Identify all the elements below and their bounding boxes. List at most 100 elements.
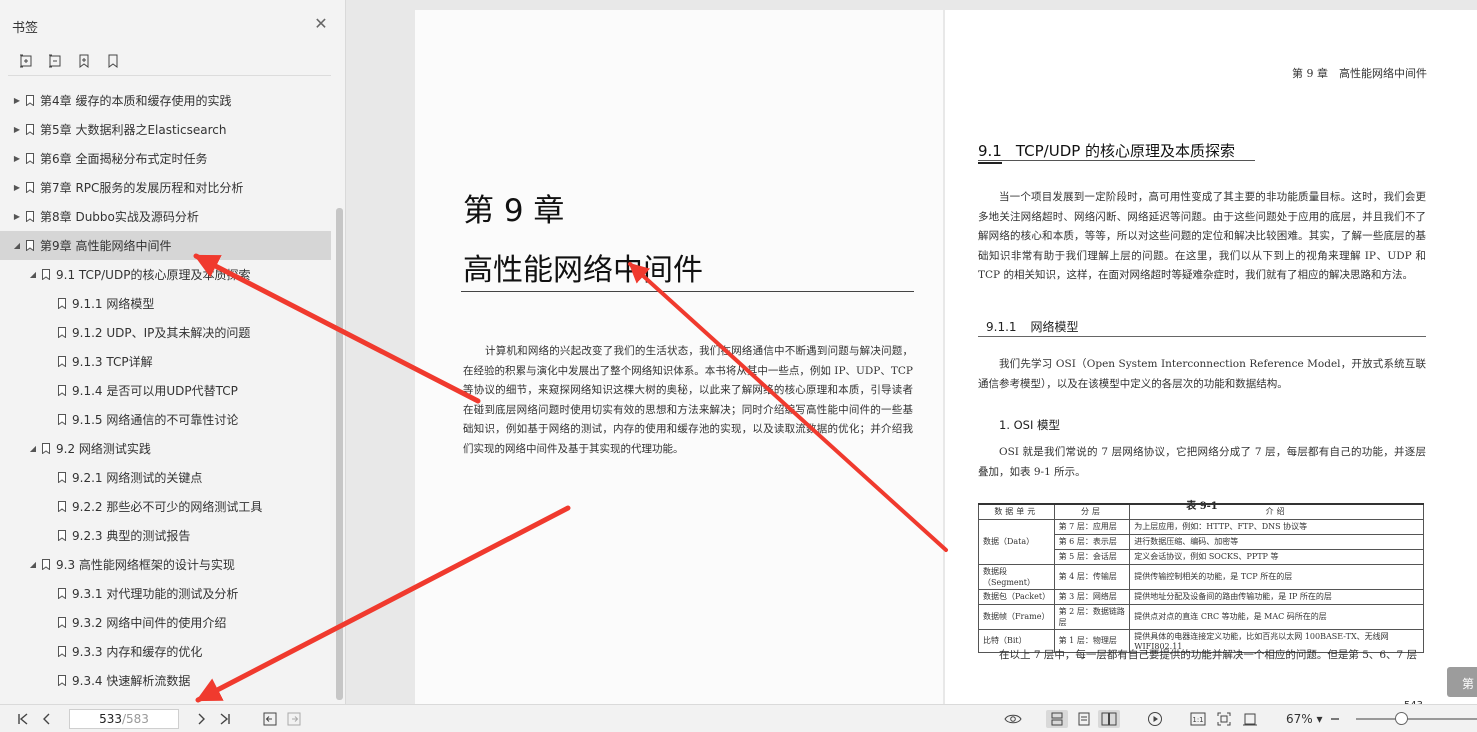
- bookmark-subsection[interactable]: 9.1.5 网络通信的不可靠性讨论: [0, 405, 331, 434]
- expand-arrow-icon[interactable]: ▶: [12, 212, 22, 222]
- total-pages: /583: [121, 712, 149, 726]
- current-page: 533: [99, 712, 122, 726]
- bookmark-label: 9.2.1 网络测试的关键点: [72, 471, 203, 485]
- bookmark-subsection[interactable]: 9.3.4 快速解析流数据: [0, 666, 331, 695]
- bookmark-label: 第9章 高性能网络中间件: [40, 239, 172, 253]
- expand-all-icon[interactable]: [18, 53, 34, 69]
- page-number-input[interactable]: 533/583: [69, 709, 179, 729]
- table-header-cell: 数据单元: [978, 503, 1055, 520]
- bookmark-subsection[interactable]: 9.2.1 网络测试的关键点: [0, 463, 331, 492]
- bookmark-section[interactable]: ◢ 9.1 TCP/UDP的核心原理及本质探索: [0, 260, 331, 289]
- expand-arrow-icon[interactable]: ▶: [12, 154, 22, 164]
- chapter-title: 高性能网络中间件: [463, 253, 703, 288]
- bookmark-section[interactable]: ◢ 9.3 高性能网络框架的设计与实现: [0, 550, 331, 579]
- chapter-intro: 计算机和网络的兴起改变了我们的生活状态，我们在网络通信中不断遇到问题与解决问题，…: [463, 345, 913, 455]
- fit-width-icon[interactable]: [1240, 710, 1260, 728]
- collapse-arrow-icon[interactable]: ◢: [28, 444, 38, 454]
- bookmark-chapter[interactable]: ◢ 第9章 高性能网络中间件: [0, 231, 331, 260]
- continuous-page-icon[interactable]: [1046, 710, 1068, 728]
- bookmark-subsection[interactable]: 9.2.3 典型的测试报告: [0, 521, 331, 550]
- paragraph: 我们先学习 OSI（Open System Interconnection Re…: [978, 358, 1426, 390]
- bookmark-label: 9.3.2 网络中间件的使用介绍: [72, 616, 227, 630]
- bookmark-chapter[interactable]: ▶ 第8章 Dubbo实战及源码分析: [0, 202, 331, 231]
- bookmark-subsection[interactable]: 9.1.4 是否可以用UDP代替TCP: [0, 376, 331, 405]
- bookmark-icon: [58, 501, 66, 512]
- double-page-icon[interactable]: [1098, 710, 1120, 728]
- fit-page-icon[interactable]: [1214, 710, 1234, 728]
- bookmark-icon: [42, 269, 50, 280]
- bookmark-icon: [42, 443, 50, 454]
- back-view-icon[interactable]: [261, 710, 279, 728]
- bookmark-icon: [58, 327, 66, 338]
- bookmark-subsection[interactable]: 9.3.1 对代理功能的测试及分析: [0, 579, 331, 608]
- table-row: 数据帧（Frame）第 2 层：数据链路层 提供点对点的直连 CRC 等功能，是 …: [978, 603, 1424, 630]
- bookmark-label: 9.3.3 内存和缓存的优化: [72, 645, 203, 659]
- paragraph: OSI 就是我们常说的 7 层网络协议，它把网络分成了 7 层，每层都有自己的功…: [978, 446, 1426, 478]
- bookmark-icon: [58, 414, 66, 425]
- add-bookmark-icon[interactable]: [76, 53, 92, 69]
- bookmark-subsection[interactable]: 9.2.2 那些必不可少的网络测试工具: [0, 492, 331, 521]
- first-page-icon[interactable]: [14, 710, 32, 728]
- expand-arrow-icon[interactable]: ▶: [12, 183, 22, 193]
- bookmark-subsection[interactable]: 9.1.3 TCP详解: [0, 347, 331, 376]
- chapter-number: 第 9 章: [463, 193, 565, 229]
- layer-cell: 第 7 层：应用层: [1053, 518, 1131, 535]
- description-cell: 定义会话协议，例如 SOCKS、PPTP 等: [1129, 548, 1424, 565]
- next-page-icon[interactable]: [192, 710, 210, 728]
- bookmark-icon: [26, 95, 34, 106]
- bottom-toolbar: 533/583 1:1 67% ▾: [0, 704, 1477, 732]
- bookmark-chapter[interactable]: ▶ 第7章 RPC服务的发展历程和对比分析: [0, 173, 331, 202]
- data-unit-cell: 数据包（Packet）: [978, 588, 1055, 605]
- prev-page-icon[interactable]: [38, 710, 56, 728]
- forward-view-icon[interactable]: [285, 710, 303, 728]
- play-icon[interactable]: [1145, 710, 1165, 728]
- actual-size-icon[interactable]: 1:1: [1188, 710, 1208, 728]
- bookmark-icon: [58, 646, 66, 657]
- bookmark-chapter[interactable]: ▶ 第5章 大数据利器之Elasticsearch: [0, 115, 331, 144]
- collapse-arrow-icon[interactable]: ◢: [28, 270, 38, 280]
- zoom-dropdown[interactable]: 67% ▾: [1286, 712, 1323, 726]
- collapse-all-icon[interactable]: [47, 53, 63, 69]
- bookmark-subsection[interactable]: 9.3.3 内存和缓存的优化: [0, 637, 331, 666]
- subsection-number: 9.1.1: [986, 320, 1017, 334]
- collapse-arrow-icon[interactable]: ◢: [12, 241, 22, 251]
- bookmark-subsection[interactable]: 9.1.1 网络模型: [0, 289, 331, 318]
- bookmark-toolbar: [18, 53, 121, 69]
- bookmark-icon[interactable]: [105, 53, 121, 69]
- bookmark-section[interactable]: ◢ 9.2 网络测试实践: [0, 434, 331, 463]
- divider: [8, 75, 331, 76]
- bookmark-icon: [58, 530, 66, 541]
- bookmark-subsection[interactable]: 9.3.2 网络中间件的使用介绍: [0, 608, 331, 637]
- expand-arrow-icon[interactable]: ▶: [12, 125, 22, 135]
- osi-heading: 1. OSI 模型: [999, 418, 1061, 432]
- bookmark-label: 9.2.2 那些必不可少的网络测试工具: [72, 500, 263, 514]
- document-view: 第 9 章 高性能网络中间件 计算机和网络的兴起改变了我们的生活状态，我们在网络…: [347, 0, 1477, 704]
- description-cell: 提供传输控制相关的功能，是 TCP 所在的层: [1129, 563, 1424, 590]
- bookmark-label: 第6章 全面揭秘分布式定时任务: [40, 152, 208, 166]
- zoom-slider-handle[interactable]: [1395, 712, 1408, 725]
- single-page-icon[interactable]: [1074, 710, 1094, 728]
- page-right: 第 9 章 高性能网络中间件 9.1 TCP/UDP 的核心原理及本质探索 当一个…: [945, 10, 1477, 704]
- side-float-button[interactable]: 第: [1447, 667, 1477, 697]
- zoom-slider-track[interactable]: [1356, 718, 1477, 720]
- bookmark-chapter[interactable]: ▶ 第6章 全面揭秘分布式定时任务: [0, 144, 331, 173]
- expand-arrow-icon[interactable]: ▶: [12, 96, 22, 106]
- bookmark-label: 9.1.2 UDP、IP及其未解决的问题: [72, 326, 251, 340]
- sidebar-scrollbar[interactable]: [336, 208, 343, 700]
- bookmark-subsection[interactable]: 9.1.2 UDP、IP及其未解决的问题: [0, 318, 331, 347]
- zoom-out-icon[interactable]: [1328, 710, 1342, 728]
- bookmark-icon: [26, 124, 34, 135]
- eye-protection-icon[interactable]: [1003, 710, 1023, 728]
- svg-text:1:1: 1:1: [1192, 716, 1203, 724]
- close-icon[interactable]: ✕: [313, 16, 329, 32]
- last-page-icon[interactable]: [216, 710, 234, 728]
- section-heading: 9.1 TCP/UDP 的核心原理及本质探索: [978, 140, 1235, 164]
- collapse-arrow-icon[interactable]: ◢: [28, 560, 38, 570]
- bookmark-chapter[interactable]: ▶ 第4章 缓存的本质和缓存使用的实践: [0, 86, 331, 115]
- bookmark-icon: [58, 472, 66, 483]
- bookmark-icon: [58, 298, 66, 309]
